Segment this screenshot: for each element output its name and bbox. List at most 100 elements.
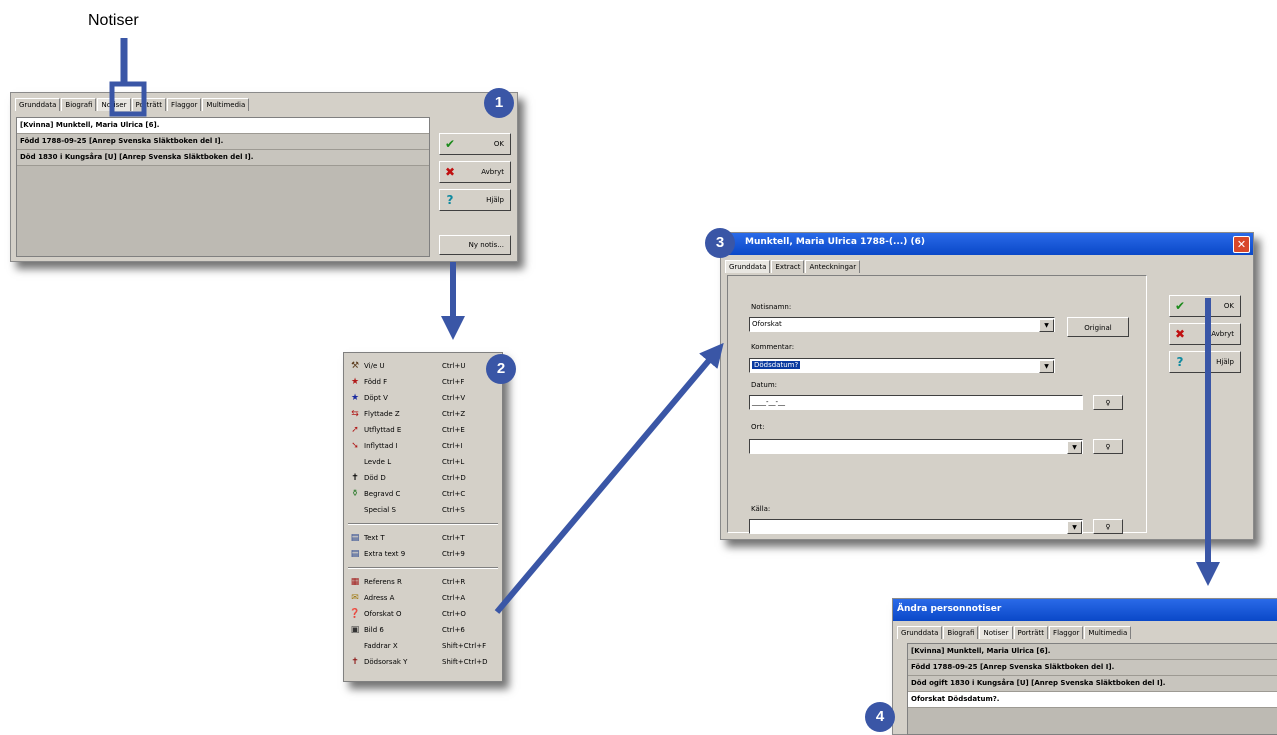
- check-icon: ✔: [444, 137, 456, 151]
- dialog-tab-bar: Grunddata Extract Anteckningar: [725, 259, 1249, 273]
- menu-item[interactable]: ➘ Inflyttad I Ctrl+I: [344, 439, 502, 453]
- comment-combo[interactable]: Dödsdatum?: [749, 358, 1055, 373]
- menu-item[interactable]: ▤ Text T Ctrl+T: [344, 531, 502, 545]
- death-cause-icon: ✝: [351, 657, 359, 667]
- list-item[interactable]: [Kvinna] Munktell, Maria Ulrica [6].: [908, 644, 1277, 660]
- menu-item[interactable]: Levde L Ctrl+L: [344, 455, 502, 469]
- close-icon: ✖: [444, 165, 456, 179]
- chevron-down-icon[interactable]: ▼: [1067, 521, 1082, 534]
- menu-item[interactable]: Faddrar X Shift+Ctrl+F: [344, 639, 502, 653]
- cancel-button[interactable]: ✖ Avbryt: [439, 161, 511, 183]
- tab-bar: Grunddata Biografi Notiser Porträtt Flag…: [897, 625, 1274, 639]
- menu-item[interactable]: ✝ Dödsorsak Y Shift+Ctrl+D: [344, 655, 502, 669]
- menu-separator: [348, 567, 498, 569]
- list-item[interactable]: [Kvinna] Munktell, Maria Ulrica [6].: [17, 118, 429, 134]
- chevron-down-icon[interactable]: ▼: [1039, 360, 1054, 373]
- cross-icon: ✝: [351, 473, 359, 483]
- unknown-icon: ❓: [349, 609, 361, 619]
- hammer-icon: ⚒: [350, 361, 360, 371]
- tab-biografi[interactable]: Biografi: [61, 98, 97, 111]
- step-badge-3: 3: [705, 228, 735, 258]
- tab-portratt[interactable]: Porträtt: [131, 98, 167, 111]
- extra-text-icon: ▤: [350, 549, 360, 559]
- title-bar: Munktell, Maria Ulrica 1788-(...) (6) ✕: [721, 233, 1253, 255]
- help-button[interactable]: ? Hjälp: [1169, 351, 1241, 373]
- ok-button[interactable]: ✔ OK: [1169, 295, 1241, 317]
- original-button[interactable]: Original: [1067, 317, 1129, 337]
- step-badge-4: 4: [865, 702, 895, 732]
- source-combo[interactable]: [749, 519, 1083, 534]
- callout-label: Notiser: [88, 12, 139, 29]
- menu-item[interactable]: ⚱ Begravd C Ctrl+C: [344, 487, 502, 501]
- close-icon: ✖: [1174, 327, 1186, 341]
- chevron-down-icon[interactable]: ▼: [1039, 319, 1054, 332]
- notename-combo[interactable]: Oforskat: [749, 317, 1055, 332]
- tab-extract[interactable]: Extract: [771, 260, 805, 273]
- chevron-down-icon[interactable]: ▼: [1067, 441, 1082, 454]
- tab-anteckningar[interactable]: Anteckningar: [805, 260, 861, 273]
- date-label: Datum:: [751, 381, 778, 389]
- tab-notiser[interactable]: Notiser: [979, 626, 1013, 639]
- menu-item[interactable]: ▣ Bild 6 Ctrl+6: [344, 623, 502, 637]
- tab-multimedia[interactable]: Multimedia: [1084, 626, 1132, 639]
- list-item[interactable]: Död 1830 i Kungsåra [U] [Anrep Svenska S…: [17, 150, 429, 166]
- place-combo[interactable]: [749, 439, 1083, 454]
- close-icon[interactable]: ✕: [1233, 236, 1250, 253]
- cancel-button[interactable]: ✖ Avbryt: [1169, 323, 1241, 345]
- tab-grunddata[interactable]: Grunddata: [15, 98, 61, 111]
- source-label: Källa:: [751, 505, 771, 513]
- tab-multimedia[interactable]: Multimedia: [202, 98, 250, 111]
- tab-grunddata[interactable]: Grunddata: [725, 260, 771, 273]
- bulb-icon: ♀: [1105, 523, 1111, 531]
- list-item[interactable]: Född 1788-09-25 [Anrep Svenska Släktboke…: [17, 134, 429, 150]
- date-field[interactable]: ____-__-__: [749, 395, 1083, 410]
- lookup-button[interactable]: ♀: [1093, 439, 1123, 454]
- immigrated-icon: ➘: [351, 441, 359, 451]
- arrow-2-to-3: [494, 342, 724, 614]
- image-icon: ▣: [350, 625, 360, 635]
- tab-grunddata[interactable]: Grunddata: [897, 626, 943, 639]
- menu-item[interactable]: ⚒ Vi/e U Ctrl+U: [344, 359, 502, 373]
- ok-button[interactable]: ✔ OK: [439, 133, 511, 155]
- lookup-button[interactable]: ♀: [1093, 519, 1123, 534]
- personnotiser-window: Grunddata Biografi Notiser Porträtt Flag…: [10, 92, 518, 262]
- menu-item[interactable]: ⇆ Flyttade Z Ctrl+Z: [344, 407, 502, 421]
- shovel-icon: ⚱: [351, 489, 359, 499]
- note-dialog: Munktell, Maria Ulrica 1788-(...) (6) ✕ …: [720, 232, 1254, 540]
- blue-star-icon: ★: [350, 393, 360, 403]
- menu-item[interactable]: ✝ Död D Ctrl+D: [344, 471, 502, 485]
- address-icon: ✉: [351, 593, 359, 603]
- list-item[interactable]: Död ogift 1830 i Kungsåra [U] [Anrep Sve…: [908, 676, 1277, 692]
- menu-item[interactable]: ▦ Referens R Ctrl+R: [344, 575, 502, 589]
- tab-flaggor[interactable]: Flaggor: [1049, 626, 1084, 639]
- tab-notiser[interactable]: Notiser: [97, 98, 131, 111]
- menu-separator: [348, 523, 498, 525]
- new-note-button[interactable]: Ny notis...: [439, 235, 511, 255]
- emigrated-icon: ➚: [351, 425, 359, 435]
- tab-flaggor[interactable]: Flaggor: [167, 98, 202, 111]
- lookup-button[interactable]: ♀: [1093, 395, 1123, 410]
- menu-item[interactable]: ★ Född F Ctrl+F: [344, 375, 502, 389]
- notes-list: [Kvinna] Munktell, Maria Ulrica [6]. Föd…: [16, 117, 430, 257]
- window-title: Ändra personnotiser: [897, 604, 1002, 614]
- reference-icon: ▦: [350, 577, 360, 587]
- tab-portratt[interactable]: Porträtt: [1013, 626, 1049, 639]
- dialog-title: Munktell, Maria Ulrica 1788-(...) (6): [745, 237, 925, 247]
- menu-item[interactable]: ✉ Adress A Ctrl+A: [344, 591, 502, 605]
- list-item[interactable]: Oforskat Dödsdatum?.: [908, 692, 1277, 708]
- menu-item[interactable]: ▤ Extra text 9 Ctrl+9: [344, 547, 502, 561]
- menu-item[interactable]: Special S Ctrl+S: [344, 503, 502, 517]
- step-badge-2: 2: [486, 354, 516, 384]
- help-icon: ?: [446, 193, 454, 207]
- menu-item[interactable]: ★ Döpt V Ctrl+V: [344, 391, 502, 405]
- help-button[interactable]: ? Hjälp: [439, 189, 511, 211]
- moved-icon: ⇆: [351, 409, 359, 419]
- menu-item[interactable]: ➚ Utflyttad E Ctrl+E: [344, 423, 502, 437]
- list-item[interactable]: Född 1788-09-25 [Anrep Svenska Släktboke…: [908, 660, 1277, 676]
- check-icon: ✔: [1174, 299, 1186, 313]
- bulb-icon: ♀: [1105, 443, 1111, 451]
- step-badge-1: 1: [484, 88, 514, 118]
- tab-biografi[interactable]: Biografi: [943, 626, 979, 639]
- menu-item[interactable]: ❓ Oforskat O Ctrl+O: [344, 607, 502, 621]
- title-bar: Ändra personnotiser: [893, 599, 1277, 621]
